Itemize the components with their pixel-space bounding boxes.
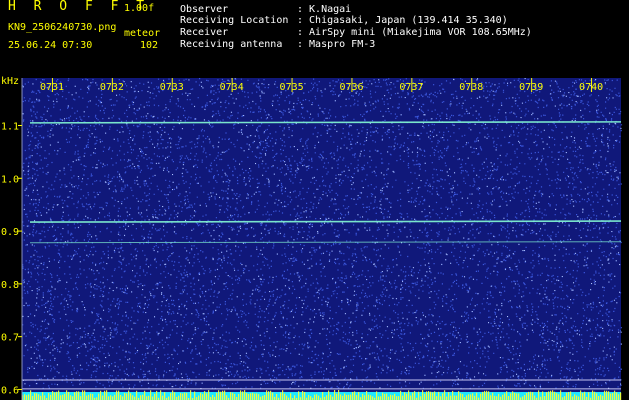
y-tick-label: 1.1 (1, 122, 19, 133)
y-tick-label: 0.6 (1, 385, 19, 396)
y-tick-label: 0.7 (1, 333, 19, 344)
y-tick-label: 1.0 (1, 174, 19, 185)
y-axis-label: kHz (1, 76, 19, 87)
signal-line (29, 121, 622, 124)
signal-line (29, 220, 622, 223)
spectrogram-chart: kHz1.11.00.90.80.70.60731073207330734073… (1, 76, 623, 400)
y-tick-label: 0.8 (1, 280, 19, 291)
y-tick-label: 0.9 (1, 227, 19, 238)
